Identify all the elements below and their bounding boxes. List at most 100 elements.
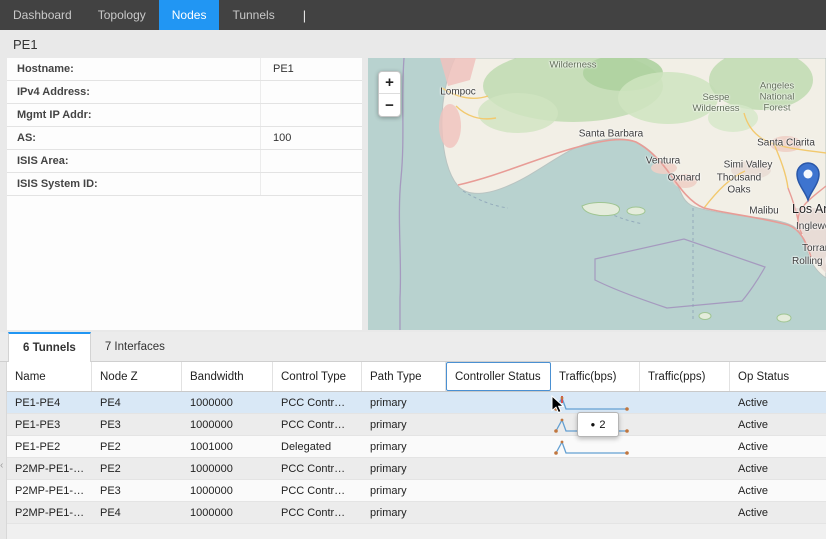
cell-bandwidth[interactable]: 1000000 xyxy=(182,414,273,435)
cell-name[interactable]: PE1-PE2 xyxy=(7,436,92,457)
cell-node-z[interactable]: PE3 xyxy=(92,480,182,501)
app-window: Dashboard Topology Nodes Tunnels | PE1 H… xyxy=(0,0,826,539)
nav-item-topology[interactable]: Topology xyxy=(85,0,159,30)
cell-path-type[interactable]: primary xyxy=(362,458,446,479)
cell-traffic-bps[interactable] xyxy=(551,458,640,479)
cell-controller-status[interactable] xyxy=(446,480,551,501)
collapse-handle[interactable]: ‹ xyxy=(0,362,7,539)
column-header-traffic-pps[interactable]: Traffic(pps) xyxy=(640,362,730,391)
detail-value xyxy=(260,81,362,103)
sparkline-chart xyxy=(553,394,633,412)
cell-name[interactable]: P2MP-PE1-… xyxy=(7,480,92,501)
cell-controller-status[interactable] xyxy=(446,436,551,457)
cell-name[interactable]: PE1-PE4 xyxy=(7,392,92,413)
cell-controller-status[interactable] xyxy=(446,392,551,413)
detail-label: AS: xyxy=(17,127,260,149)
cell-node-z[interactable]: PE2 xyxy=(92,458,182,479)
detail-value xyxy=(260,150,362,172)
cell-traffic-bps[interactable] xyxy=(551,480,640,501)
cell-path-type[interactable]: primary xyxy=(362,502,446,523)
cell-controller-status[interactable] xyxy=(446,502,551,523)
column-header-controller-status[interactable]: Controller Status xyxy=(446,362,551,391)
cell-traffic-pps[interactable] xyxy=(640,480,730,501)
map-label-oxnard: Oxnard xyxy=(668,173,701,184)
column-header-control-type[interactable]: Control Type xyxy=(273,362,362,391)
cell-traffic-pps[interactable] xyxy=(640,392,730,413)
detail-row-mgmt-ip: Mgmt IP Addr: xyxy=(7,104,362,127)
table-row[interactable]: PE1-PE3 PE3 1000000 PCC Contr… primary A… xyxy=(7,414,826,436)
cell-op-status[interactable]: Active xyxy=(730,458,826,479)
cell-op-status[interactable]: Active xyxy=(730,436,826,457)
cell-bandwidth[interactable]: 1000000 xyxy=(182,392,273,413)
cell-traffic-bps[interactable] xyxy=(551,502,640,523)
location-pin-icon[interactable] xyxy=(793,158,823,204)
table-row[interactable]: P2MP-PE1-… PE3 1000000 PCC Contr… primar… xyxy=(7,480,826,502)
cell-op-status[interactable]: Active xyxy=(730,502,826,523)
cell-op-status[interactable]: Active xyxy=(730,480,826,501)
cell-controller-status[interactable] xyxy=(446,458,551,479)
cell-node-z[interactable]: PE4 xyxy=(92,502,182,523)
nav-item-tunnels[interactable]: Tunnels xyxy=(219,0,287,30)
map-zoom-control: + − xyxy=(378,71,401,117)
map-panel[interactable]: Wilderness Lompoc Sespe Wilderness Angel… xyxy=(368,58,826,330)
cell-op-status[interactable]: Active xyxy=(730,392,826,413)
zoom-in-button[interactable]: + xyxy=(379,72,400,94)
cell-bandwidth[interactable]: 1000000 xyxy=(182,502,273,523)
nav-separator: | xyxy=(288,0,306,30)
cell-name[interactable]: PE1-PE3 xyxy=(7,414,92,435)
cell-traffic-pps[interactable] xyxy=(640,436,730,457)
cell-name[interactable]: P2MP-PE1-… xyxy=(7,458,92,479)
column-header-node-z[interactable]: Node Z xyxy=(92,362,182,391)
cell-node-z[interactable]: PE2 xyxy=(92,436,182,457)
cell-control-type[interactable]: PCC Contr… xyxy=(273,392,362,413)
map-label-los-angeles: Los Angeles xyxy=(792,202,826,216)
cell-path-type[interactable]: primary xyxy=(362,436,446,457)
map-label-torrance: Torrance xyxy=(802,243,826,254)
cell-path-type[interactable]: primary xyxy=(362,480,446,501)
sparkline-chart xyxy=(553,438,633,456)
mouse-cursor-icon xyxy=(551,395,565,414)
map-label-wilderness: Wilderness xyxy=(550,61,597,72)
cell-name[interactable]: P2MP-PE1-… xyxy=(7,502,92,523)
map-label-simi-valley: Simi Valley xyxy=(724,160,773,171)
table-row[interactable]: PE1-PE4 PE4 1000000 PCC Contr… primary xyxy=(7,392,826,414)
column-header-bandwidth[interactable]: Bandwidth xyxy=(182,362,273,391)
cell-path-type[interactable]: primary xyxy=(362,392,446,413)
cell-node-z[interactable]: PE4 xyxy=(92,392,182,413)
cell-control-type[interactable]: Delegated xyxy=(273,436,362,457)
cell-traffic-pps[interactable] xyxy=(640,458,730,479)
cell-bandwidth[interactable]: 1000000 xyxy=(182,480,273,501)
column-header-traffic-bps[interactable]: Traffic(bps) xyxy=(551,362,640,391)
cell-bandwidth[interactable]: 1000000 xyxy=(182,458,273,479)
map-label-lompoc: Lompoc xyxy=(440,87,476,98)
zoom-out-button[interactable]: − xyxy=(379,94,400,116)
cell-traffic-pps[interactable] xyxy=(640,414,730,435)
cell-traffic-bps[interactable] xyxy=(551,436,640,457)
cell-control-type[interactable]: PCC Contr… xyxy=(273,502,362,523)
detail-row-isis-system-id: ISIS System ID: xyxy=(7,173,362,196)
table-row[interactable]: P2MP-PE1-… PE2 1000000 PCC Contr… primar… xyxy=(7,458,826,480)
nav-item-dashboard[interactable]: Dashboard xyxy=(0,0,85,30)
nav-item-nodes[interactable]: Nodes xyxy=(159,0,220,30)
cell-path-type[interactable]: primary xyxy=(362,414,446,435)
column-header-name[interactable]: Name xyxy=(7,362,92,391)
cell-node-z[interactable]: PE3 xyxy=(92,414,182,435)
cell-control-type[interactable]: PCC Contr… xyxy=(273,414,362,435)
tab-tunnels[interactable]: 6 Tunnels xyxy=(8,332,91,362)
detail-value xyxy=(260,104,362,126)
table-row[interactable]: PE1-PE2 PE2 1001000 Delegated primary Ac… xyxy=(7,436,826,458)
map-label-thousand-oaks: Thousand Oaks xyxy=(707,173,771,196)
cell-op-status[interactable]: Active xyxy=(730,414,826,435)
cell-control-type[interactable]: PCC Contr… xyxy=(273,480,362,501)
table-row[interactable]: P2MP-PE1-… PE4 1000000 PCC Contr… primar… xyxy=(7,502,826,524)
column-header-path-type[interactable]: Path Type xyxy=(362,362,446,391)
cell-control-type[interactable]: PCC Contr… xyxy=(273,458,362,479)
cell-traffic-pps[interactable] xyxy=(640,502,730,523)
column-header-op-status[interactable]: Op Status xyxy=(730,362,826,391)
cell-bandwidth[interactable]: 1001000 xyxy=(182,436,273,457)
map-label-ventura: Ventura xyxy=(646,156,680,167)
tunnels-table: Name Node Z Bandwidth Control Type Path … xyxy=(7,362,826,539)
cell-controller-status[interactable] xyxy=(446,414,551,435)
tab-interfaces[interactable]: 7 Interfaces xyxy=(91,332,179,361)
detail-value: PE1 xyxy=(260,58,362,80)
